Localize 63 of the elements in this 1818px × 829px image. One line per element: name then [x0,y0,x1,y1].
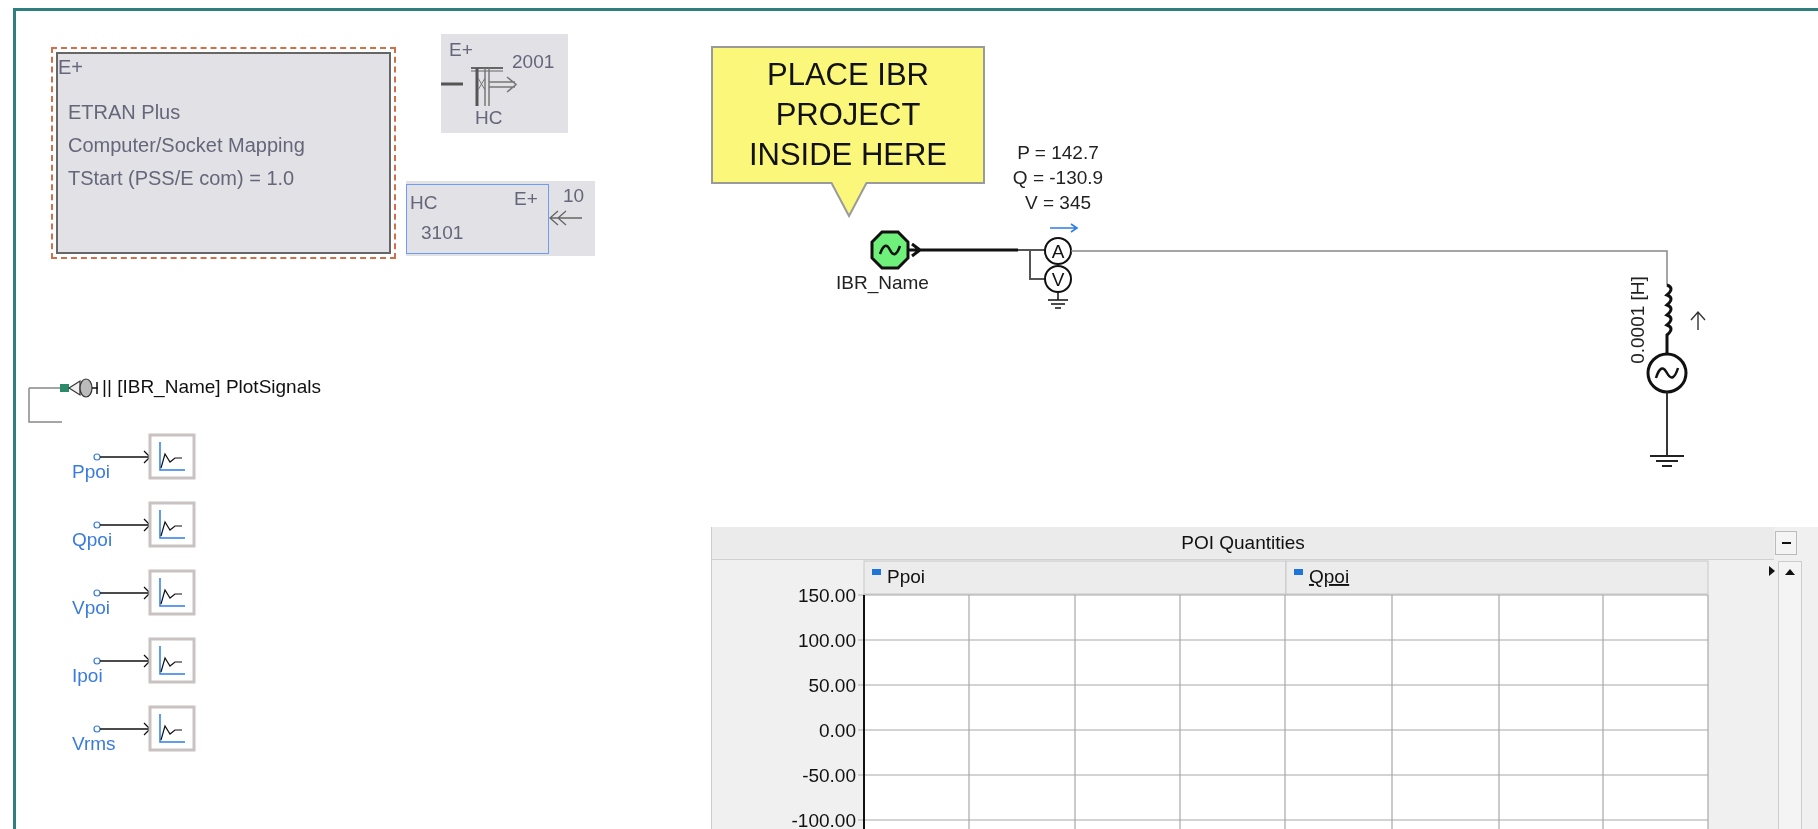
inductance-label: 0.0001 [H] [1627,276,1647,364]
signal-label: Qpoi [72,530,113,549]
etran-block[interactable]: E+ ETRAN Plus Computer/Socket Mapping TStart (PSS/E com) = 1.0 [51,47,396,259]
plot-block-icon[interactable] [148,637,196,684]
plot-block-icon[interactable] [148,501,196,548]
plot-block-icon[interactable] [148,569,196,616]
signal-label: Ipoi [72,666,103,685]
meter-reading: V = 345 [1025,191,1091,215]
bus-number: 2001 [512,52,555,71]
ammeter-icon: A [1044,237,1072,265]
y-tick-label: -100.00 [791,810,856,829]
signal-arrow-icon [93,722,151,736]
voltage-source-icon [1646,352,1688,394]
interface-block[interactable]: HC E+ 3101 [406,184,549,254]
block-label: HC [475,108,503,127]
y-tick-label: 50.00 [808,675,856,696]
ground-icon [1047,291,1069,309]
block-text: TStart (PSS/E com) = 1.0 [68,166,295,191]
up-arrow-icon [1690,310,1706,331]
signal-label: Vrms [72,734,116,753]
flow-arrow-icon [1049,223,1079,233]
block-label: HC [410,193,438,212]
expand-arrow-icon[interactable] [1768,566,1776,576]
graph-title: POI Quantities [1181,532,1305,554]
meter-reading: Q = -130.9 [1012,166,1104,190]
minimize-button[interactable] [1775,531,1797,555]
badge-label: E+ [449,40,473,59]
interface-block[interactable]: E+ 2001 HC [441,34,568,133]
y-tick-label: -50.00 [802,765,856,786]
signal-label: Ppoi [72,462,111,481]
scroll-up-icon[interactable] [1785,568,1795,576]
plot-signals-icon[interactable] [60,378,99,398]
inductor-icon [1665,283,1673,353]
block-text: Computer/Socket Mapping [68,133,305,158]
plot-block-icon[interactable] [148,433,196,480]
source-icon[interactable] [870,230,910,270]
signal-arrow-icon [93,450,151,464]
plot-signals-label: || [IBR_Name] PlotSignals [102,377,321,396]
y-tick-label: 150.00 [797,585,856,606]
voltmeter-icon: V [1044,265,1072,293]
ground-icon [1649,391,1685,467]
badge-label: E+ [58,56,84,78]
callout-note[interactable]: PLACE IBR PROJECT INSIDE HERE [711,46,985,184]
port-arrow-icon [548,208,584,228]
y-tick-label: 100.00 [797,630,856,651]
scrollbar[interactable] [1778,561,1802,829]
port-number: 10 [563,186,585,205]
block-text: ETRAN Plus [68,100,181,125]
badge-label: E+ [514,189,538,208]
signal-arrow-icon [93,586,151,600]
meter-reading: P = 142.7 [1017,141,1099,165]
plot-block-icon[interactable] [148,705,196,752]
legend-label[interactable]: Qpoi [1309,566,1350,587]
callout-pointer [829,182,869,218]
bus-number: 3101 [421,223,464,242]
legend-label[interactable]: Ppoi [887,566,926,587]
source-label: IBR_Name [836,273,929,292]
legend-item[interactable] [1285,560,1709,595]
signal-label: Vpoi [72,598,111,617]
wire [28,387,63,423]
signal-arrow-icon [93,654,151,668]
signal-arrow-icon [93,518,151,532]
y-tick-label: 0.00 [819,720,856,741]
